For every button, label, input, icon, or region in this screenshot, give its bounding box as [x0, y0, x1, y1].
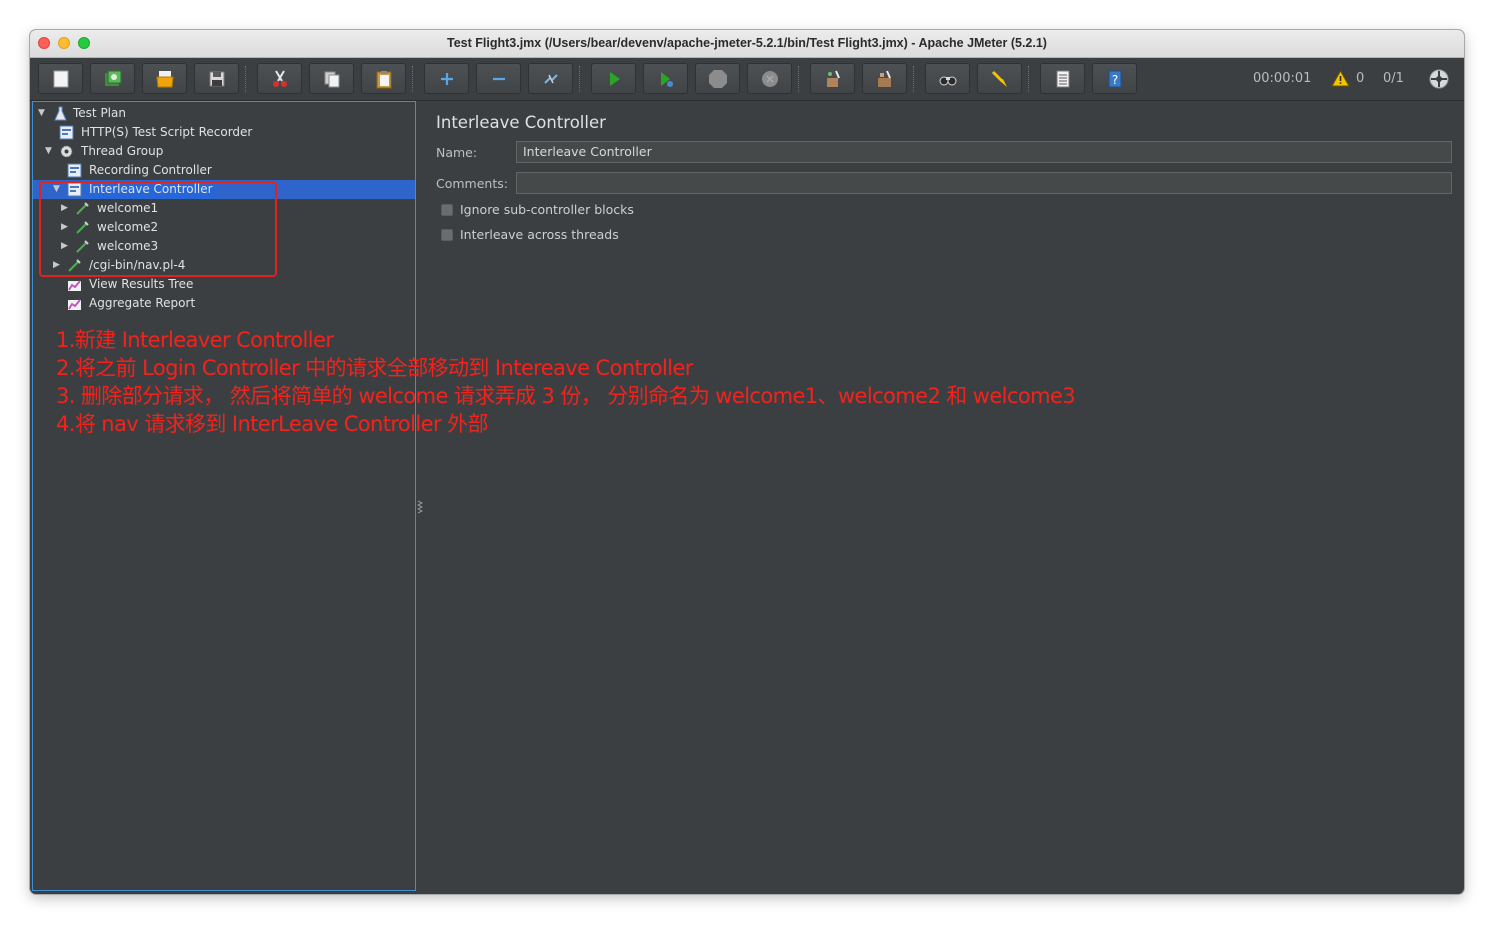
toolbar: ? 00:00:01 0 0/1 — [30, 58, 1464, 101]
reset-search-icon — [991, 70, 1007, 87]
plus-icon — [441, 73, 453, 85]
copy-button[interactable] — [309, 63, 354, 94]
start-no-pauses-button[interactable] — [643, 63, 688, 94]
templates-icon — [105, 70, 122, 86]
function-helper-button[interactable] — [1040, 63, 1085, 94]
collapse-button[interactable] — [476, 63, 521, 94]
shutdown-icon — [762, 71, 778, 87]
toggle-button[interactable] — [528, 63, 573, 94]
interleave-across-threads-checkbox[interactable] — [441, 229, 453, 241]
stop-icon — [709, 70, 727, 88]
highlight-box — [39, 181, 277, 277]
scissors-icon — [273, 70, 287, 87]
comments-label: Comments: — [436, 176, 508, 191]
save-button[interactable] — [194, 63, 239, 94]
search-button[interactable] — [925, 63, 970, 94]
test-plan-icon — [54, 106, 67, 121]
play-icon — [610, 72, 620, 86]
remote-engines-icon[interactable] — [1428, 68, 1450, 90]
name-label: Name: — [436, 145, 478, 160]
gear-icon — [60, 145, 73, 158]
tree-item-thread-group[interactable]: ▼ Thread Group — [33, 142, 415, 161]
paste-icon — [376, 71, 392, 89]
active-threads: 0/1 — [1383, 71, 1404, 86]
recorder-icon — [59, 125, 74, 140]
annotation-line-2: 2.将之前 Login Controller 中的请求全部移动到 Interea… — [56, 356, 693, 380]
name-input[interactable]: Interleave Controller — [516, 141, 1452, 163]
jmeter-window: Test Flight3.jmx (/Users/bear/devenv/apa… — [30, 30, 1464, 894]
start-button[interactable] — [591, 63, 636, 94]
expand-arrow-icon[interactable]: ▼ — [45, 142, 55, 161]
ignore-sub-controller-checkbox[interactable] — [441, 204, 453, 216]
new-document-icon — [53, 70, 69, 88]
tree-item-recording-controller[interactable]: Recording Controller — [33, 161, 415, 180]
editor-panel: Interleave Controller Name: Interleave C… — [422, 101, 1462, 891]
open-button[interactable] — [142, 63, 187, 94]
warning-count: 0 — [1356, 71, 1365, 86]
tree-item-view-results-tree[interactable]: View Results Tree — [33, 275, 415, 294]
annotation-line-1: 1.新建 Interleaver Controller — [56, 328, 334, 352]
svg-text:?: ? — [1112, 73, 1118, 87]
minus-icon — [493, 77, 505, 81]
stop-button[interactable] — [695, 63, 740, 94]
templates-button[interactable] — [90, 63, 135, 94]
elapsed-timer: 00:00:01 — [1253, 71, 1312, 86]
annotation-line-4: 4.将 nav 请求移到 InterLeave Controller 外部 — [56, 412, 488, 436]
test-plan-tree: ▼ Test Plan HTTP(S) Test Script Recorder… — [32, 101, 416, 891]
shutdown-button[interactable] — [747, 63, 792, 94]
expand-button[interactable] — [424, 63, 469, 94]
tree-item-aggregate-report[interactable]: Aggregate Report — [33, 294, 415, 313]
open-folder-icon — [156, 71, 174, 88]
comments-input[interactable] — [516, 172, 1452, 194]
reset-search-button[interactable] — [977, 63, 1022, 94]
clear-button[interactable] — [810, 63, 855, 94]
help-button[interactable]: ? — [1092, 63, 1137, 94]
new-button[interactable] — [38, 63, 83, 94]
list-icon — [1056, 70, 1070, 88]
clear-all-button[interactable] — [862, 63, 907, 94]
controller-icon — [67, 163, 82, 178]
help-icon: ? — [1108, 70, 1122, 88]
broom-all-icon — [878, 70, 891, 87]
binoculars-icon — [939, 76, 957, 86]
window-title: Test Flight3.jmx (/Users/bear/devenv/apa… — [447, 36, 1047, 50]
warning-icon[interactable] — [1331, 70, 1350, 87]
ignore-sub-controller-label: Ignore sub-controller blocks — [460, 202, 634, 217]
toggle-icon — [544, 74, 558, 84]
tree-item-http-recorder[interactable]: HTTP(S) Test Script Recorder — [33, 123, 415, 142]
paste-button[interactable] — [361, 63, 406, 94]
play-no-pause-icon — [661, 72, 673, 87]
listener-icon — [68, 299, 81, 310]
listener-icon — [68, 280, 81, 291]
tree-item-test-plan[interactable]: ▼ Test Plan — [33, 104, 415, 123]
expand-arrow-icon[interactable]: ▼ — [38, 104, 48, 123]
annotation-line-3: 3. 删除部分请求， 然后将简单的 welcome 请求弄成 3 份， 分别命名… — [56, 384, 1076, 408]
interleave-across-threads-label: Interleave across threads — [460, 227, 619, 242]
title-bar: Test Flight3.jmx (/Users/bear/devenv/apa… — [30, 30, 1464, 58]
editor-heading: Interleave Controller — [436, 113, 606, 132]
copy-icon — [324, 71, 340, 88]
save-icon — [209, 71, 225, 87]
cut-button[interactable] — [257, 63, 302, 94]
broom-icon — [827, 70, 840, 87]
